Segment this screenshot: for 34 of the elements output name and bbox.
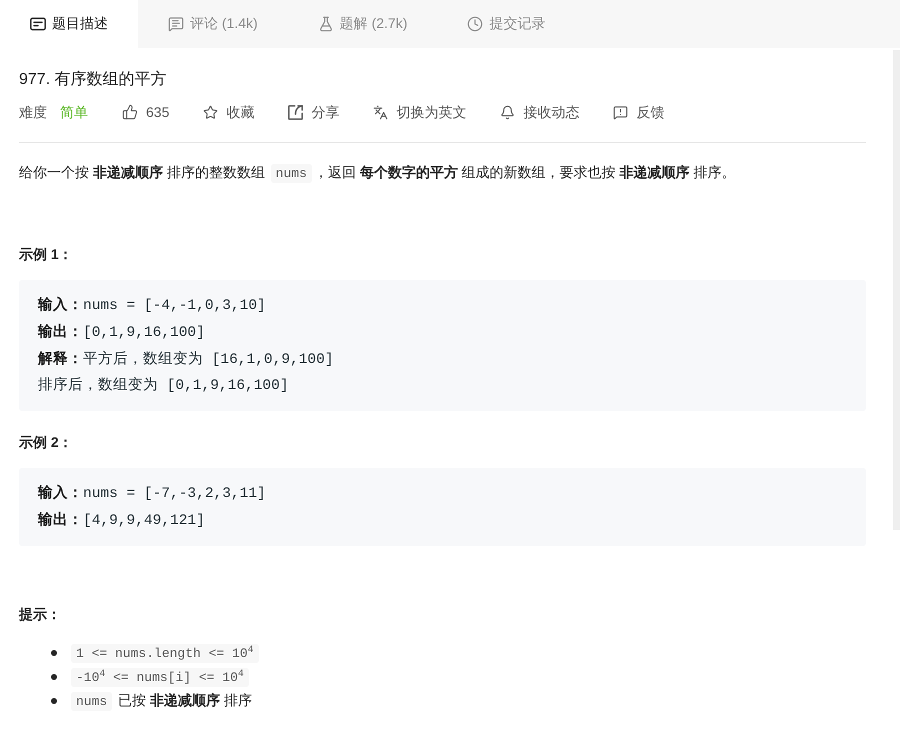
tab[interactable]: 题目描述 <box>0 0 138 48</box>
translate-button[interactable]: 切换为英文 <box>373 101 466 123</box>
comment-icon <box>168 16 184 32</box>
text-box-icon <box>30 16 46 32</box>
bell-icon <box>500 104 516 120</box>
subscribe-button[interactable]: 接收动态 <box>500 101 580 123</box>
hint-text: nums 已按 非递减顺序 排序 <box>71 688 252 714</box>
translate-icon <box>373 104 388 120</box>
problem-description: 给你一个按 非递减顺序 排序的整数数组 nums ，返回 每个数字的平方 组成的新数组，要求也按 非递减顺序 排序。 <box>19 163 736 185</box>
message-alert-icon <box>613 104 628 120</box>
bullet-icon <box>51 650 57 656</box>
example-heading: 示例 2： <box>19 433 74 452</box>
example-line: 输入：nums = [-7,-3,2,3,11] <box>38 484 267 504</box>
flask-icon <box>318 16 334 32</box>
share-icon <box>288 104 304 120</box>
example-heading: 示例 1： <box>19 245 74 264</box>
feedback-button[interactable]: 反馈 <box>613 101 664 123</box>
difficulty-label: 难度 <box>19 103 47 122</box>
example-line: 解释：平方后，数组变为 [16,1,0,9,100] <box>38 350 335 370</box>
like-button[interactable]: 635 <box>122 101 170 123</box>
share-button[interactable]: 分享 <box>288 101 340 123</box>
clock-icon <box>467 16 484 32</box>
example-line: 输入：nums = [-4,-1,0,3,10] <box>38 296 267 316</box>
example-line: 输出：[0,1,9,16,100] <box>38 322 206 343</box>
example-line: 排序后，数组变为 [0,1,9,16,100] <box>38 376 290 396</box>
example-line: 输出：[4,9,9,49,121] <box>38 510 206 531</box>
favorite-button[interactable]: 收藏 <box>203 101 254 123</box>
bullet-icon <box>51 674 57 680</box>
bullet-icon <box>51 698 57 704</box>
thumbs-up-icon <box>122 104 138 120</box>
hints-heading: 提示： <box>19 605 62 624</box>
star-icon <box>203 104 218 120</box>
difficulty-level: 简单 <box>60 103 88 122</box>
problem-title: 977. 有序数组的平方 <box>19 70 168 90</box>
